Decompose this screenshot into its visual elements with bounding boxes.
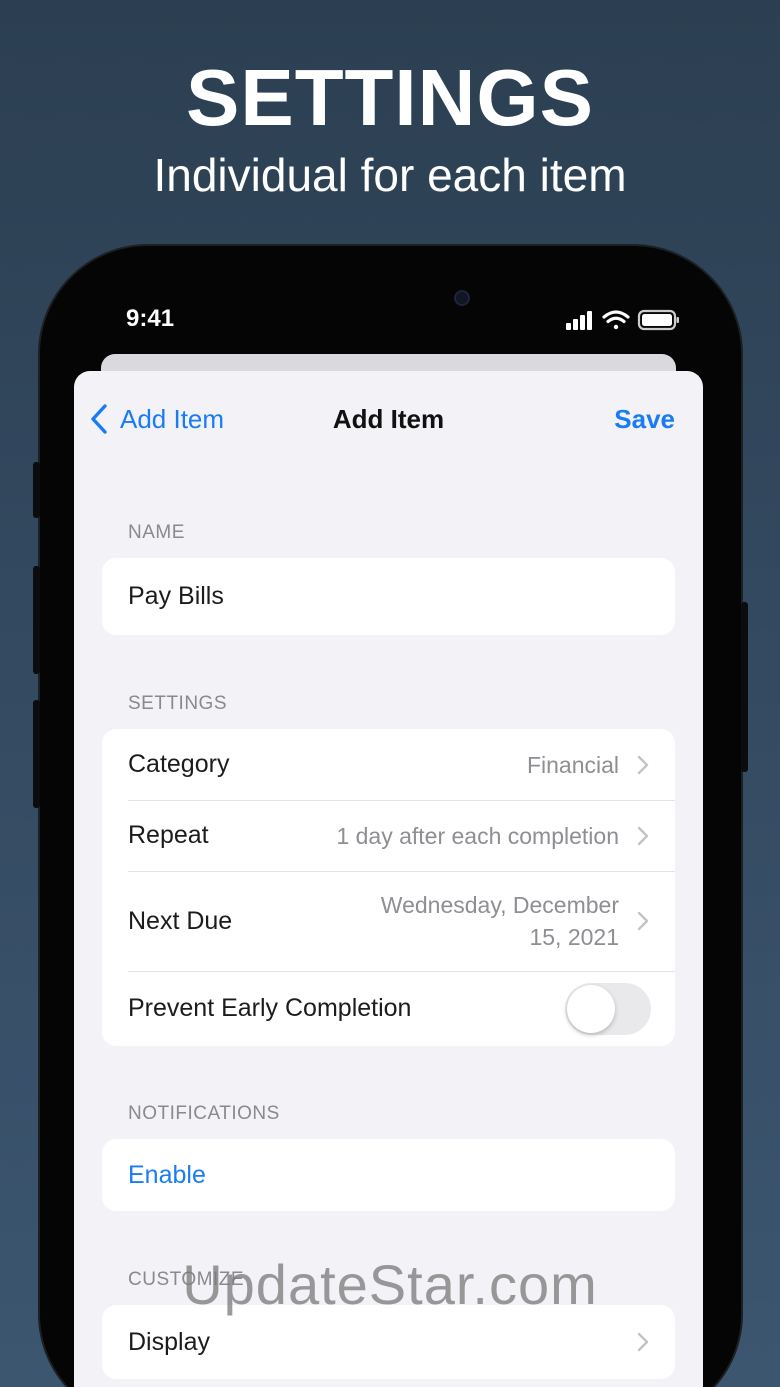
volume-up-button xyxy=(33,566,40,674)
status-icons xyxy=(564,307,680,333)
settings-group: Category Financial Repeat 1 day after ea… xyxy=(102,729,675,1046)
prevent-early-completion-label: Prevent Early Completion xyxy=(128,994,412,1022)
chevron-right-icon xyxy=(637,1332,649,1352)
chevron-right-icon xyxy=(637,826,649,845)
next-due-label: Next Due xyxy=(128,906,233,935)
next-due-value-line2: 15, 2021 xyxy=(529,924,619,950)
prevent-early-completion-toggle[interactable] xyxy=(565,982,651,1035)
power-button xyxy=(741,602,748,772)
battery-icon xyxy=(637,309,679,331)
name-group: Pay Bills xyxy=(102,558,675,635)
next-due-row[interactable]: Next Due Wednesday, December 15, 2021 xyxy=(102,871,675,971)
status-time: 9:41 xyxy=(126,305,175,332)
category-label: Category xyxy=(128,750,230,778)
promo-subtitle: Individual for each item xyxy=(153,149,627,201)
front-camera-icon xyxy=(454,290,470,306)
repeat-row[interactable]: Repeat 1 day after each completion xyxy=(102,800,675,871)
save-button[interactable]: Save xyxy=(614,401,675,437)
toggle-knob xyxy=(567,984,615,1033)
add-item-sheet: Add Item Add Item Save NAME Pay Bills SE… xyxy=(74,371,703,1387)
nav-title: Add Item xyxy=(332,404,445,434)
cellular-signal-icon xyxy=(566,311,592,330)
repeat-value: 1 day after each completion xyxy=(336,822,619,849)
category-row[interactable]: Category Financial xyxy=(102,729,675,800)
category-value: Financial xyxy=(526,751,619,778)
watermark: UpdateStar.com xyxy=(182,1253,598,1316)
chevron-right-icon xyxy=(637,911,649,931)
wifi-icon xyxy=(602,310,630,330)
section-header-settings: SETTINGS xyxy=(128,693,228,714)
next-due-value: Wednesday, December 15, 2021 xyxy=(381,889,619,953)
next-due-value-line1: Wednesday, December xyxy=(380,892,619,918)
enable-notifications-row[interactable]: Enable xyxy=(102,1139,675,1211)
section-header-notifications: NOTIFICATIONS xyxy=(128,1103,280,1124)
name-field-value: Pay Bills xyxy=(128,582,224,610)
name-field[interactable]: Pay Bills xyxy=(102,558,675,635)
repeat-label: Repeat xyxy=(128,821,209,849)
chevron-right-icon xyxy=(637,755,649,774)
section-header-name: NAME xyxy=(128,522,185,543)
promo-title: SETTINGS xyxy=(185,53,595,142)
prevent-early-completion-row: Prevent Early Completion xyxy=(102,971,675,1046)
action-button xyxy=(33,462,40,518)
volume-down-button xyxy=(33,700,40,808)
display-label: Display xyxy=(128,1327,210,1356)
notifications-group: Enable xyxy=(102,1139,675,1211)
enable-notifications-button[interactable]: Enable xyxy=(128,1161,206,1190)
